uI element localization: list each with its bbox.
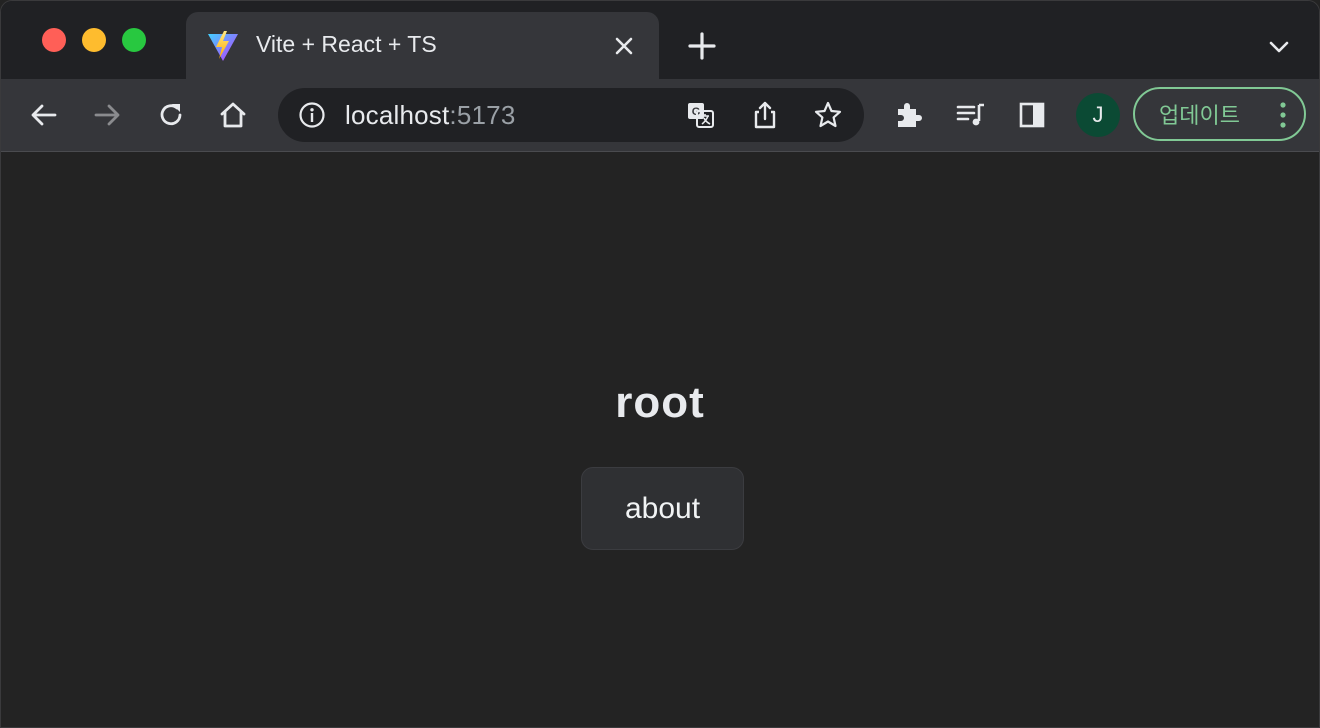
window-controls (42, 28, 146, 52)
extensions-puzzle-icon[interactable] (890, 97, 926, 133)
profile-avatar[interactable]: J (1076, 93, 1120, 137)
minimize-window-button[interactable] (82, 28, 106, 52)
update-button[interactable]: 업데이트 (1133, 87, 1306, 141)
update-label: 업데이트 (1159, 103, 1240, 128)
site-info-icon[interactable] (298, 101, 326, 129)
browser-window: Vite + React + TS localhost:5173 G J 업데이… (0, 0, 1320, 728)
about-button[interactable]: about (581, 467, 744, 550)
menu-kebab-icon[interactable] (1278, 101, 1288, 129)
reload-icon[interactable] (153, 97, 189, 133)
vite-logo-icon (206, 29, 240, 63)
tab-search-chevron-down-icon[interactable] (1263, 31, 1295, 63)
back-arrow-icon[interactable] (26, 97, 62, 133)
new-tab-icon[interactable] (685, 29, 719, 63)
translate-icon[interactable]: G (686, 100, 716, 130)
forward-arrow-icon[interactable] (89, 97, 125, 133)
address-bar[interactable]: localhost:5173 G (278, 88, 864, 142)
tab-active[interactable]: Vite + React + TS (186, 12, 659, 79)
close-tab-icon[interactable] (609, 31, 639, 61)
zoom-window-button[interactable] (122, 28, 146, 52)
browser-toolbar: localhost:5173 G J 업데이트 (1, 79, 1319, 152)
page-content: root about (1, 152, 1319, 727)
media-control-icon[interactable] (953, 97, 989, 133)
url-port: :5173 (449, 100, 516, 130)
side-panel-icon[interactable] (1014, 97, 1050, 133)
tab-title: Vite + React + TS (256, 31, 437, 57)
home-icon[interactable] (215, 97, 251, 133)
url-text: localhost:5173 (345, 100, 516, 131)
page-heading: root (615, 378, 705, 427)
tab-strip: Vite + React + TS (1, 1, 1319, 79)
bookmark-star-icon[interactable] (813, 100, 843, 130)
share-icon[interactable] (750, 100, 780, 130)
url-host: localhost (345, 100, 450, 130)
close-window-button[interactable] (42, 28, 66, 52)
